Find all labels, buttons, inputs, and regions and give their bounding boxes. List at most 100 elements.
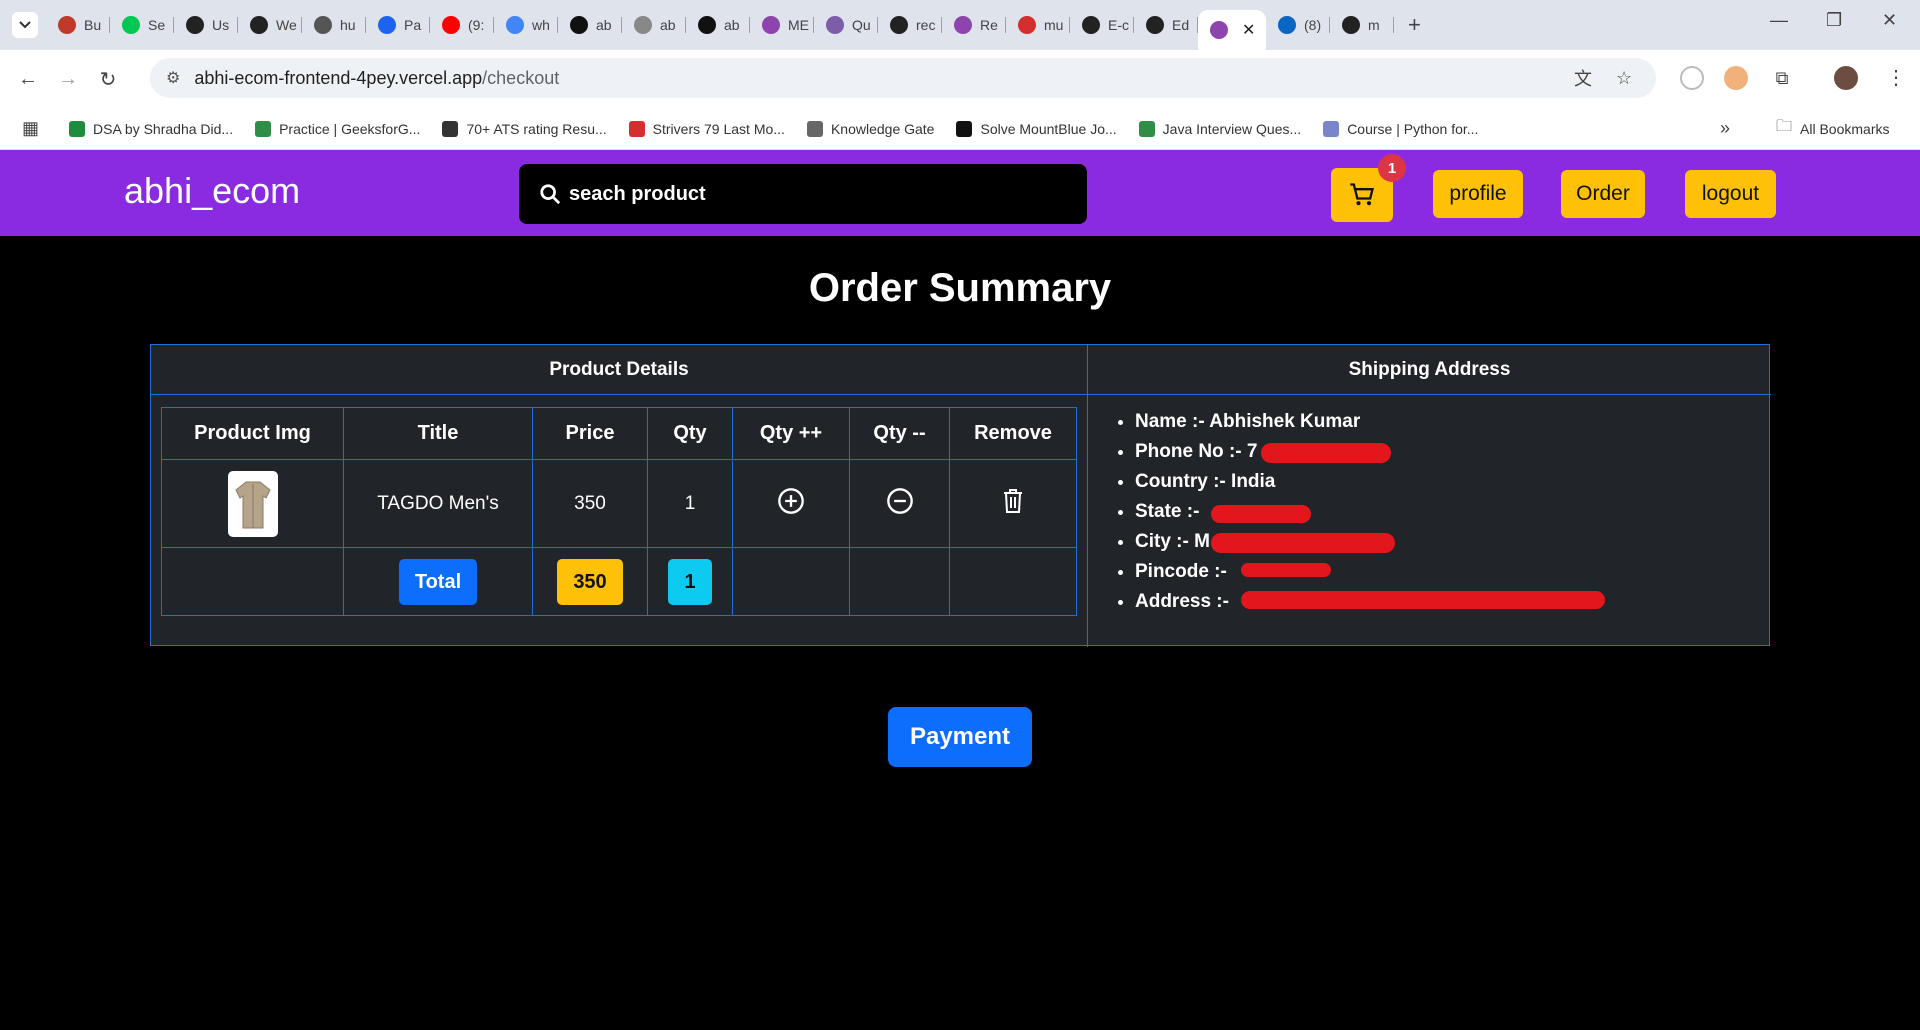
bookmark-item[interactable]: Java Interview Ques...: [1138, 120, 1301, 137]
tab-label: (9:: [468, 17, 485, 33]
bookmark-favicon-icon: [806, 120, 823, 137]
bookmark-item[interactable]: Practice | GeeksforG...: [255, 120, 420, 137]
tab-search-button[interactable]: [12, 12, 38, 38]
bookmark-star-icon[interactable]: ☆: [1616, 68, 1632, 89]
back-icon[interactable]: ←: [8, 68, 48, 91]
tab-favicon-icon: [826, 16, 844, 34]
bookmark-item[interactable]: 70+ ATS rating Resu...: [442, 120, 607, 137]
browser-tab[interactable]: ab: [622, 7, 686, 43]
browser-tab[interactable]: Pa: [366, 7, 430, 43]
shirt-image: [234, 481, 271, 528]
browser-tab[interactable]: hu: [302, 7, 366, 43]
all-bookmarks-folder[interactable]: 🗀 All Bookmarks: [1776, 115, 1889, 142]
bookmark-favicon-icon: [628, 120, 645, 137]
bookmark-item[interactable]: DSA by Shradha Did...: [69, 120, 234, 137]
bookmark-label: DSA by Shradha Did...: [93, 120, 234, 137]
total-price-badge: 350: [557, 558, 623, 605]
tab-favicon-icon: [698, 16, 716, 34]
browser-tab[interactable]: E-c: [1070, 7, 1134, 43]
close-window-icon[interactable]: ✕: [1882, 10, 1897, 31]
order-summary-card: Product Details Shipping Address Product…: [150, 344, 1771, 647]
forward-icon[interactable]: →: [48, 68, 88, 91]
site-settings-icon[interactable]: ⚙: [166, 68, 180, 88]
tab-favicon-icon: [890, 16, 908, 34]
bookmark-item[interactable]: Solve MountBlue Jo...: [956, 120, 1117, 137]
tab-label: Se: [148, 17, 166, 33]
total-price-cell: 350: [532, 547, 648, 616]
browser-tab[interactable]: (9:: [430, 7, 494, 43]
browser-tab[interactable]: rec: [878, 7, 942, 43]
browser-tab[interactable]: Bu: [46, 7, 110, 43]
tab-label: Ed: [1172, 17, 1190, 33]
minimize-icon[interactable]: —: [1770, 10, 1788, 31]
tab-favicon-icon: [378, 16, 396, 34]
browser-tab[interactable]: ab: [558, 7, 622, 43]
tab-favicon-icon: [954, 16, 972, 34]
order-button[interactable]: Order: [1561, 170, 1645, 218]
qty-increase-cell: [732, 459, 850, 548]
trash-icon[interactable]: [1001, 488, 1025, 514]
redaction-mark: [1211, 533, 1395, 553]
browser-tab[interactable]: Se: [110, 7, 174, 43]
bookmark-label: Knowledge Gate: [830, 120, 935, 137]
tab-label: We: [276, 17, 297, 33]
close-tab-icon[interactable]: ✕: [1242, 20, 1255, 40]
bookmark-list: DSA by Shradha Did... Practice | Geeksfor…: [69, 120, 1500, 137]
folder-icon: 🗀: [1776, 118, 1793, 135]
browser-menu-icon[interactable]: ⋮: [1884, 66, 1908, 90]
redaction-mark: [1241, 591, 1605, 609]
profile-button[interactable]: profile: [1433, 170, 1523, 218]
product-title-cell: TAGDO Men's: [343, 459, 533, 548]
tab-favicon-icon: [1018, 16, 1036, 34]
tab-favicon-icon: [1278, 16, 1296, 34]
total-label-cell: Total: [343, 547, 533, 616]
extensions-puzzle-icon[interactable]: ⧉: [1770, 66, 1794, 90]
browser-tab[interactable]: m: [1330, 7, 1394, 43]
page-title: Order Summary: [808, 266, 1112, 310]
new-tab-icon[interactable]: +: [1408, 12, 1421, 38]
browser-tab[interactable]: wh: [494, 7, 558, 43]
browser-tab[interactable]: Ed: [1134, 7, 1198, 43]
url-text[interactable]: abhi-ecom-frontend-4pey.vercel.app/check…: [194, 68, 559, 89]
restore-icon[interactable]: ❐: [1826, 10, 1842, 31]
brand-logo[interactable]: abhi_ecom: [124, 170, 300, 212]
browser-tab[interactable]: Us: [174, 7, 238, 43]
plus-circle-icon[interactable]: [777, 487, 805, 515]
translate-icon[interactable]: 文: [1574, 65, 1592, 91]
bookmark-item[interactable]: Course | Python for...: [1323, 120, 1478, 137]
tab-favicon-icon: [186, 16, 204, 34]
apps-grid-icon[interactable]: ▦: [22, 118, 39, 139]
extension-icon[interactable]: [1680, 66, 1704, 90]
browser-tab[interactable]: ab: [686, 7, 750, 43]
browser-tab[interactable]: ME: [750, 7, 814, 43]
browser-tab[interactable]: Qu: [814, 7, 878, 43]
bookmark-item[interactable]: Knowledge Gate: [806, 120, 935, 137]
profile-avatar[interactable]: [1834, 66, 1858, 90]
minus-circle-icon[interactable]: [886, 487, 914, 515]
address-row: ← → ↻ ⚙ abhi-ecom-frontend-4pey.vercel.a…: [0, 50, 1920, 108]
bookmark-item[interactable]: Strivers 79 Last Mo...: [628, 120, 785, 137]
bookmark-label: 70+ ATS rating Resu...: [466, 120, 607, 137]
reload-icon[interactable]: ↻: [88, 67, 128, 92]
tab-favicon-icon: [1210, 21, 1228, 39]
col-header-price: Price: [532, 407, 648, 460]
browser-tab[interactable]: (8): [1266, 7, 1330, 43]
address-bar[interactable]: ⚙ abhi-ecom-frontend-4pey.vercel.app/che…: [150, 58, 1656, 98]
browser-tab[interactable]: mu: [1006, 7, 1070, 43]
browser-tab[interactable]: Re: [942, 7, 1006, 43]
tab-favicon-icon: [122, 16, 140, 34]
browser-tab[interactable]: ✕: [1198, 10, 1266, 50]
browser-tab[interactable]: We: [238, 7, 302, 43]
payment-button[interactable]: Payment: [888, 707, 1032, 767]
chevron-down-icon: [19, 21, 31, 29]
tab-favicon-icon: [1146, 16, 1164, 34]
bookmark-favicon-icon: [956, 120, 973, 137]
search-input[interactable]: seach product: [519, 164, 1087, 224]
qty-decrease-cell: [849, 459, 950, 548]
more-bookmarks-icon[interactable]: »: [1720, 118, 1730, 139]
logout-button[interactable]: logout: [1685, 170, 1776, 218]
empty-cell: [732, 547, 850, 616]
product-thumbnail[interactable]: [227, 470, 278, 537]
extension-avatar-icon[interactable]: [1724, 66, 1748, 90]
total-badge: Total: [399, 558, 477, 605]
